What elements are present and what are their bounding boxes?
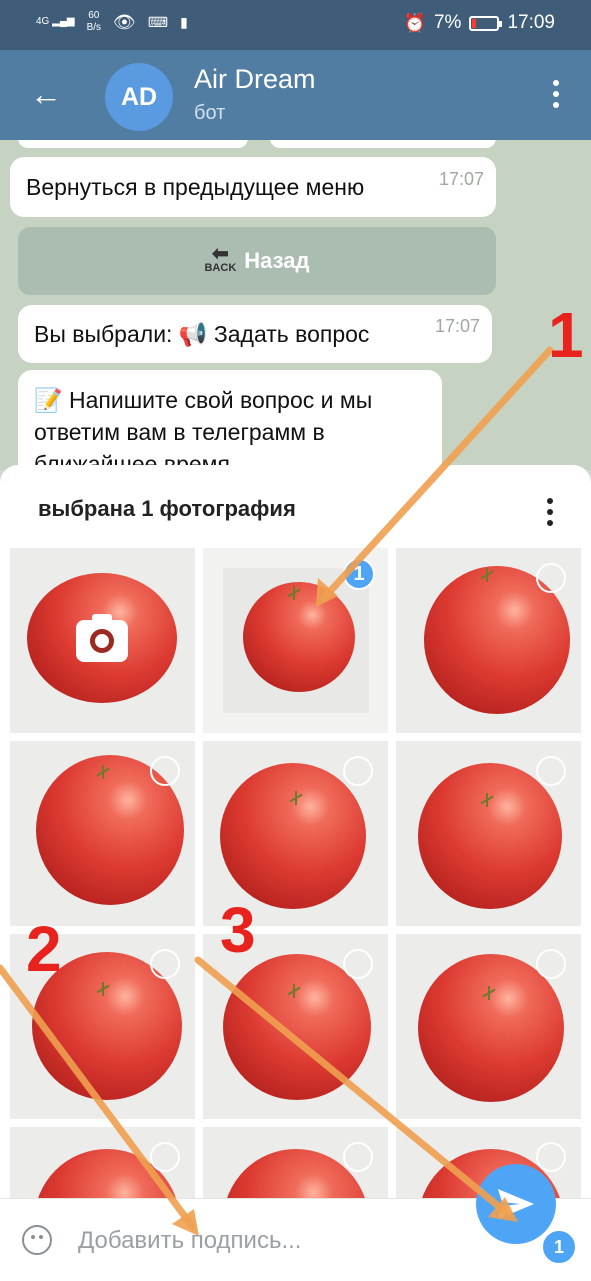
selection-circle-icon[interactable] xyxy=(343,1142,373,1172)
keyboard-button-label: Назад xyxy=(244,248,310,273)
data-speed: 60 B/s xyxy=(86,10,102,33)
avatar[interactable]: AD xyxy=(105,63,173,131)
message-bubble xyxy=(18,140,248,148)
back-arrow-icon[interactable]: ← xyxy=(30,78,62,110)
message-bubble: Вернуться в предыдущее меню 17:07 xyxy=(10,157,496,217)
battery-percent: 7% xyxy=(433,12,462,33)
annotation-1: 1 xyxy=(548,299,584,371)
message-time: 17:07 xyxy=(438,169,484,189)
send-icon xyxy=(498,1189,534,1219)
annotation-3: 3 xyxy=(220,894,256,966)
selection-circle-icon[interactable] xyxy=(536,756,566,786)
caption-input[interactable] xyxy=(78,1227,458,1255)
annotation-2: 2 xyxy=(26,913,62,985)
message-bubble: Вы выбрали: 📢 Задать вопрос 17:07 xyxy=(18,305,492,363)
photo-thumbnail xyxy=(223,568,369,713)
tomato-photo xyxy=(418,763,562,909)
message-text: Вернуться в предыдущее меню xyxy=(26,174,365,200)
emoji-icon[interactable] xyxy=(22,1225,52,1255)
picker-title: выбрана 1 фотография xyxy=(38,496,296,521)
selection-circle-icon[interactable] xyxy=(536,1142,566,1172)
selection-circle-icon[interactable] xyxy=(150,756,180,786)
status-bar: 4G ▂▄▆ 60 B/s 👁 ⌨ ▮ ⏰ 7% 17:09 xyxy=(0,0,591,50)
photo-tile[interactable] xyxy=(396,741,581,926)
message-text: 📝 Напишите свой вопрос и мы ответим вам … xyxy=(34,387,373,470)
photo-tile[interactable] xyxy=(396,934,581,1119)
chat-area: Вернуться в предыдущее меню 17:07 ⬅ BACK … xyxy=(0,140,591,470)
more-vertical-icon[interactable] xyxy=(553,80,559,108)
chat-subtitle: бот xyxy=(194,102,226,124)
photo-picker-sheet: выбрана 1 фотография 1 xyxy=(0,465,591,1280)
keyboard-icon: ⌨ xyxy=(147,13,169,30)
chat-title[interactable]: Air Dream xyxy=(194,64,316,95)
battery-icon xyxy=(469,15,503,31)
message-text: Вы выбрали: 📢 Задать вопрос xyxy=(34,321,370,347)
camera-icon xyxy=(76,614,128,662)
selection-circle-icon[interactable] xyxy=(536,949,566,979)
message-bubble xyxy=(270,140,496,148)
chat-header: ← AD Air Dream бот xyxy=(0,50,591,140)
alarm-icon: ⏰ xyxy=(403,12,426,33)
photo-tile[interactable] xyxy=(10,741,195,926)
photo-tile[interactable] xyxy=(396,548,581,733)
keyboard-back-button[interactable]: ⬅ BACK Назад xyxy=(18,227,496,295)
back-emoji-icon: ⬅ BACK xyxy=(204,242,237,274)
selection-check-icon[interactable]: 1 xyxy=(343,558,375,590)
send-count-badge: 1 xyxy=(540,1228,578,1266)
message-bubble: 📝 Напишите свой вопрос и мы ответим вам … xyxy=(18,370,442,470)
message-time: 17:07 xyxy=(434,316,480,336)
network-indicator: 4G ▂▄▆ xyxy=(36,16,75,27)
tomato-photo xyxy=(220,763,366,909)
picker-more-icon[interactable] xyxy=(547,498,553,526)
selection-circle-icon[interactable] xyxy=(343,756,373,786)
camera-tile[interactable] xyxy=(10,548,195,733)
selection-circle-icon[interactable] xyxy=(536,563,566,593)
send-button[interactable] xyxy=(476,1164,556,1244)
photo-tile-selected[interactable]: 1 xyxy=(203,548,388,733)
selection-circle-icon[interactable] xyxy=(150,949,180,979)
clock: 17:09 xyxy=(507,12,555,33)
selection-circle-icon[interactable] xyxy=(150,1142,180,1172)
eye-icon: 👁 xyxy=(113,11,136,32)
notification-icon: ▮ xyxy=(180,13,188,30)
selection-circle-icon[interactable] xyxy=(343,949,373,979)
